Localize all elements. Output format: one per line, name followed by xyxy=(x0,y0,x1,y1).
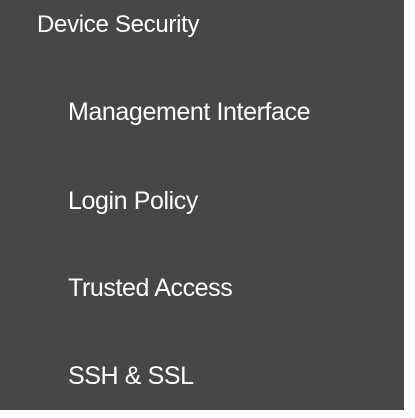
nav-section-device-security[interactable]: Device Security xyxy=(37,9,200,41)
sidebar-nav: Device Security Management Interface Log… xyxy=(0,0,404,410)
nav-item-trusted-access[interactable]: Trusted Access xyxy=(0,258,404,318)
nav-item-label: Trusted Access xyxy=(68,274,233,302)
nav-item-label: SSH & SSL xyxy=(68,362,194,390)
nav-item-login-policy[interactable]: Login Policy xyxy=(0,171,404,231)
nav-item-label: Management Interface xyxy=(68,98,311,126)
nav-item-ssh-ssl[interactable]: SSH & SSL xyxy=(0,346,404,406)
nav-item-label: Login Policy xyxy=(68,187,199,215)
nav-item-management-interface[interactable]: Management Interface xyxy=(0,82,404,142)
